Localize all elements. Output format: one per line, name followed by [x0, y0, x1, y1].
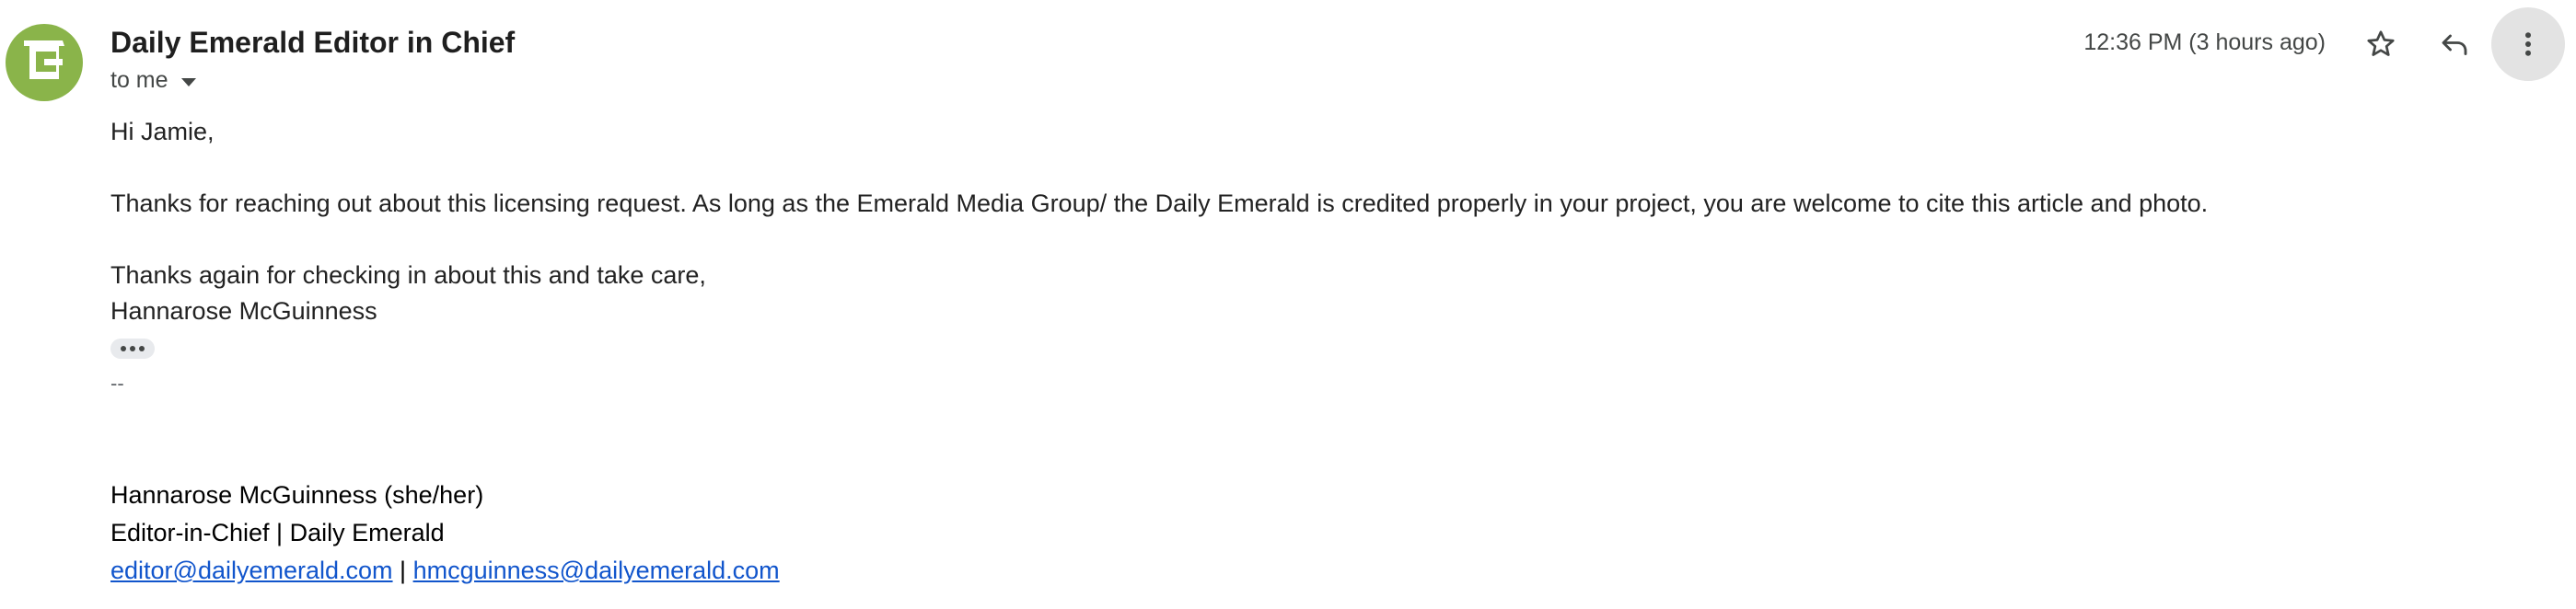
sender-avatar[interactable] [6, 24, 83, 101]
show-trimmed-content-button[interactable] [110, 339, 155, 359]
signature-separator: -- [110, 372, 124, 395]
reply-icon [2442, 34, 2467, 55]
ellipsis-dot-icon [139, 346, 145, 351]
signature-block: Hannarose McGuinness (she/her) Editor-in… [110, 477, 780, 590]
sender-name[interactable]: Daily Emerald Editor in Chief [110, 26, 515, 60]
ellipsis-dot-icon [130, 346, 135, 351]
reply-button[interactable] [2418, 7, 2491, 81]
emerald-logo-icon [24, 40, 64, 79]
signature-emails: editor@dailyemerald.com | hmcguinness@da… [110, 552, 780, 590]
message-body: Hi Jamie, Thanks for reaching out about … [110, 114, 2208, 329]
signature-name: Hannarose McGuinness (she/her) [110, 481, 484, 509]
more-vertical-icon [2525, 32, 2531, 56]
greeting: Hi Jamie, [110, 118, 215, 145]
star-icon [2367, 30, 2395, 56]
signature-title: Editor-in-Chief | Daily Emerald [110, 519, 445, 546]
signoff-name: Hannarose McGuinness [110, 297, 377, 325]
recipient-label: to me [110, 67, 168, 93]
ellipsis-dot-icon [121, 346, 126, 351]
star-button[interactable] [2344, 7, 2418, 81]
body-paragraph: Thanks for reaching out about this licen… [110, 190, 2209, 217]
email-link-editor[interactable]: editor@dailyemerald.com [110, 557, 393, 584]
email-separator: | [392, 557, 413, 584]
email-message: Daily Emerald Editor in Chief to me 12:3… [0, 0, 2576, 609]
more-options-button[interactable] [2491, 7, 2565, 81]
email-link-hmcguinness[interactable]: hmcguinness@dailyemerald.com [413, 557, 780, 584]
recipient-details-toggle[interactable]: to me [110, 67, 196, 94]
timestamp: 12:36 PM (3 hours ago) [2083, 29, 2326, 55]
closing-line: Thanks again for checking in about this … [110, 261, 706, 289]
chevron-down-icon[interactable] [180, 77, 196, 86]
